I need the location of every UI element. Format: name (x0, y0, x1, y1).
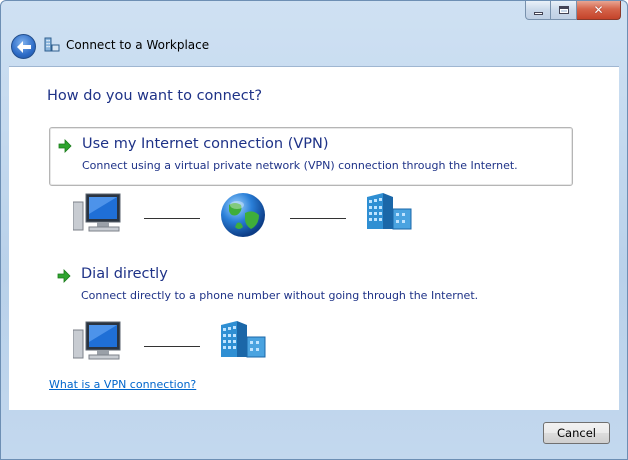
network-icon (44, 37, 60, 52)
minimize-button[interactable] (525, 1, 551, 20)
maximize-icon (558, 6, 569, 14)
content-panel: How do you want to connect? Use my Inter… (9, 66, 619, 410)
globe-icon (221, 193, 265, 237)
wizard-window: ✕ Connect to a Workplace How do you want… (0, 0, 628, 460)
computer-icon (73, 193, 121, 232)
connection-line (144, 218, 200, 219)
vpn-help-link[interactable]: What is a VPN connection? (49, 378, 196, 391)
vpn-option-description: Connect using a virtual private network … (82, 159, 518, 172)
back-button[interactable] (11, 34, 36, 59)
connection-line (290, 218, 346, 219)
cancel-button[interactable]: Cancel (543, 422, 610, 444)
connection-line (144, 346, 200, 347)
dial-option-title: Dial directly (81, 266, 168, 282)
dial-option-description: Connect directly to a phone number witho… (81, 289, 479, 302)
back-arrow-icon (16, 40, 31, 53)
building-icon (221, 321, 266, 358)
caption-buttons: ✕ (525, 1, 621, 21)
close-icon: ✕ (593, 3, 604, 17)
page-heading: How do you want to connect? (47, 88, 263, 104)
minimize-icon (533, 11, 543, 15)
building-icon (367, 193, 412, 230)
computer-icon (73, 321, 121, 360)
maximize-button[interactable] (551, 1, 577, 20)
green-arrow-icon (58, 139, 72, 153)
vpn-option-title: Use my Internet connection (VPN) (82, 136, 329, 152)
close-button[interactable]: ✕ (577, 1, 621, 20)
green-arrow-icon (57, 269, 71, 283)
vpn-option[interactable]: Use my Internet connection (VPN) Connect… (49, 127, 573, 186)
window-title: Connect to a Workplace (66, 38, 210, 52)
dial-option[interactable]: Dial directly Connect directly to a phon… (49, 262, 573, 306)
